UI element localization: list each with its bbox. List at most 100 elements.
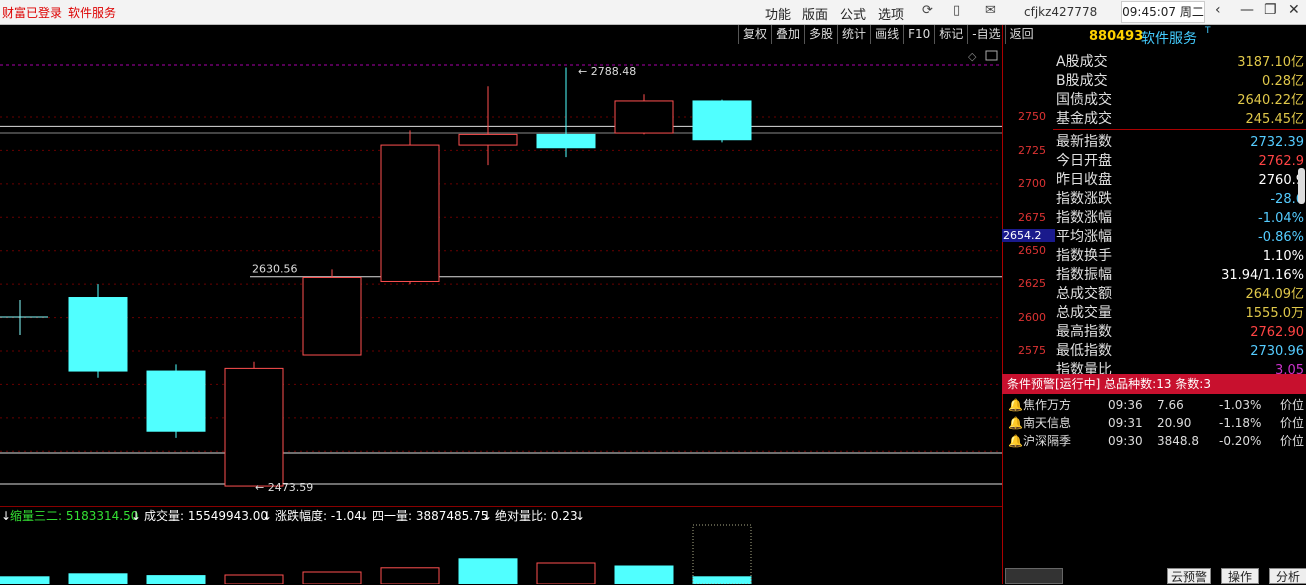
stat-value: 0.28亿 bbox=[1262, 74, 1304, 89]
kline-chart[interactable]: ← 2788.48 2630.56 ← 2473.59 ◇ bbox=[0, 25, 1002, 506]
stat-value: 2730.96 bbox=[1250, 344, 1304, 359]
stat-value: 2762.90 bbox=[1250, 325, 1304, 340]
phone-icon[interactable]: ▯ bbox=[953, 3, 960, 18]
menu-function[interactable]: 功能 bbox=[765, 4, 791, 23]
indicator-ratio: 绝对量比: 0.23 bbox=[495, 509, 578, 523]
stat-label: B股成交 bbox=[1056, 73, 1108, 89]
menu-formula[interactable]: 公式 bbox=[840, 4, 866, 23]
analysis-button[interactable]: 分析 bbox=[1269, 568, 1306, 584]
volume-bar bbox=[302, 571, 362, 584]
menu-layout[interactable]: 版面 bbox=[802, 4, 828, 23]
stat-high: 最高指数 2762.90 bbox=[1056, 323, 1304, 342]
menu-options[interactable]: 选项 bbox=[878, 4, 904, 23]
alert-type: 价位 bbox=[1280, 416, 1305, 430]
bell-icon: 🔔 bbox=[1008, 398, 1023, 412]
toolbar-draw-line[interactable]: 画线 bbox=[870, 25, 903, 44]
stat-label: 总成交量 bbox=[1056, 305, 1112, 321]
stat-fund: 基金成交 245.45亿 bbox=[1056, 110, 1304, 129]
stat-turnover: 指数换手 1.10% bbox=[1056, 247, 1304, 266]
stat-value: 2640.22亿 bbox=[1237, 93, 1304, 108]
back-icon[interactable]: ‹ bbox=[1215, 2, 1221, 18]
stat-label: 最高指数 bbox=[1056, 324, 1112, 340]
login-status: 财富已登录 bbox=[2, 6, 63, 20]
software-service-link[interactable]: 软件服务 bbox=[68, 4, 116, 21]
toolbar-remove-watchlist[interactable]: -自选 bbox=[967, 25, 1004, 44]
axis-tick: 2625 bbox=[1018, 277, 1046, 290]
close-icon[interactable]: ✕ bbox=[1288, 2, 1300, 18]
alert-name: 南天信息 bbox=[1023, 416, 1072, 430]
alert-row[interactable]: 🔔 焦作万方 09:36 7.66 -1.03% 价位 bbox=[1005, 396, 1305, 414]
chart-toolbar: 复权 叠加 多股 统计 画线 F10 标记 -自选 返回 bbox=[738, 25, 1038, 45]
index-header: 880493 软件服务 T bbox=[1053, 25, 1306, 49]
indicator-four-one: 四一量: 3887485.75 bbox=[372, 509, 489, 523]
bell-icon: 🔔 bbox=[1008, 416, 1023, 430]
stat-amplitude: 指数振幅 31.94/1.16% bbox=[1056, 266, 1304, 285]
stat-label: 基金成交 bbox=[1056, 111, 1112, 127]
alert-type: 价位 bbox=[1280, 434, 1305, 448]
stat-b-share: B股成交 0.28亿 bbox=[1056, 72, 1304, 91]
volume-bar bbox=[224, 574, 284, 584]
alert-row[interactable]: 🔔 沪深隔季 09:30 3848.8 -0.20% 价位 bbox=[1005, 432, 1305, 450]
clock: 09:45:07 周二 bbox=[1121, 1, 1205, 23]
bottom-bar: 云预警 操作 分析 bbox=[1003, 566, 1306, 584]
toolbar-statistics[interactable]: 统计 bbox=[837, 25, 870, 44]
stat-label: 最低指数 bbox=[1056, 343, 1112, 359]
candle-body bbox=[692, 100, 752, 141]
stat-prev-close: 昨日收盘 2760.9 bbox=[1056, 171, 1304, 190]
toolbar-fuquan[interactable]: 复权 bbox=[738, 25, 771, 44]
candle-body bbox=[536, 133, 596, 149]
window-icon bbox=[985, 50, 998, 61]
alert-time: 09:30 bbox=[1108, 434, 1143, 448]
candle-body bbox=[302, 276, 362, 356]
stat-label: 指数振幅 bbox=[1056, 267, 1112, 283]
axis-tick: 2750 bbox=[1018, 110, 1046, 123]
panel-divider bbox=[1053, 129, 1306, 130]
toolbar-mark[interactable]: 标记 bbox=[934, 25, 967, 44]
candle-body bbox=[68, 297, 128, 372]
toolbar-overlay[interactable]: 叠加 bbox=[771, 25, 804, 44]
toolbar-f10[interactable]: F10 bbox=[903, 25, 934, 44]
stat-value: 1.10% bbox=[1262, 249, 1304, 264]
stat-avg-change: 平均涨幅 -0.86% bbox=[1056, 228, 1304, 247]
alert-name: 焦作万方 bbox=[1023, 398, 1072, 412]
candle-body bbox=[224, 367, 284, 487]
stat-label: 总成交额 bbox=[1056, 286, 1112, 302]
panel-scrollbar[interactable] bbox=[1298, 168, 1305, 204]
indicator-change: 涨跌幅度: -1.04 bbox=[275, 509, 362, 523]
stat-label: 国债成交 bbox=[1056, 92, 1112, 108]
minimize-icon[interactable]: — bbox=[1240, 2, 1254, 18]
stat-low: 最低指数 2730.96 bbox=[1056, 342, 1304, 361]
stat-label: A股成交 bbox=[1056, 54, 1108, 70]
restore-icon[interactable]: ❐ bbox=[1264, 2, 1277, 18]
message-icon[interactable]: ✉ bbox=[985, 3, 996, 18]
bottom-tab[interactable] bbox=[1005, 568, 1063, 584]
stat-volume: 总成交量 1555.0万 bbox=[1056, 304, 1304, 323]
stat-change: 指数涨跌 -28.6 bbox=[1056, 190, 1304, 209]
price-axis: 2750 2725 2700 2675 2650 2625 2600 2575 … bbox=[1002, 25, 1055, 375]
alert-row[interactable]: 🔔 南天信息 09:31 20.90 -1.18% 价位 bbox=[1005, 414, 1305, 432]
diamond-icon: ◇ bbox=[968, 50, 977, 63]
stat-value: 31.94/1.16% bbox=[1221, 268, 1304, 283]
stat-value: 1555.0万 bbox=[1245, 306, 1305, 321]
account-name: cfjkz427778 bbox=[1024, 5, 1098, 19]
index-name[interactable]: 软件服务 bbox=[1141, 28, 1197, 48]
alert-header: 条件预警[运行中] 总品种数:13 条数:3 bbox=[1002, 374, 1306, 394]
candle-body bbox=[614, 100, 674, 134]
stat-label: 今日开盘 bbox=[1056, 153, 1112, 169]
stat-value: 2762.9 bbox=[1258, 154, 1305, 169]
axis-tick: 2650 bbox=[1018, 244, 1046, 257]
arrow-down-icon: ↓ bbox=[575, 509, 586, 523]
volume-bar bbox=[380, 567, 440, 584]
stat-label: 指数涨跌 bbox=[1056, 191, 1112, 207]
stat-value: 3.05 bbox=[1275, 363, 1304, 374]
refresh-icon[interactable]: ⟳ bbox=[922, 3, 933, 18]
volume-bar-estimate bbox=[692, 524, 752, 584]
alert-type: 价位 bbox=[1280, 398, 1305, 412]
operate-button[interactable]: 操作 bbox=[1221, 568, 1259, 584]
indicator-shrink: 缩量三二: 5183314.50 bbox=[10, 509, 139, 523]
cloud-alert-button[interactable]: 云预警 bbox=[1167, 568, 1211, 584]
stat-a-share: A股成交 3187.10亿 bbox=[1056, 53, 1304, 72]
stat-label: 指数换手 bbox=[1056, 248, 1112, 264]
toolbar-multi-stock[interactable]: 多股 bbox=[804, 25, 837, 44]
level-price-label: 2630.56 bbox=[252, 263, 298, 276]
